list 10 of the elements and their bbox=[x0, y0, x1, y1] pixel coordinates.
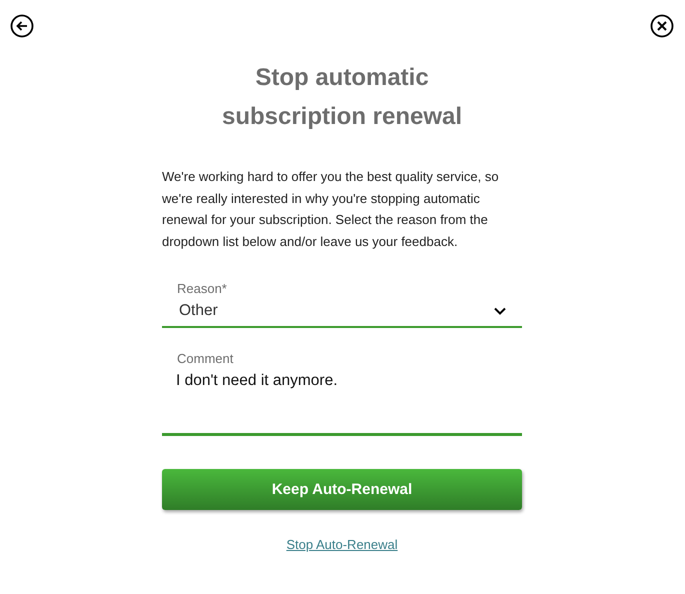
reason-dropdown[interactable]: Other bbox=[162, 298, 522, 328]
keep-auto-renewal-button[interactable]: Keep Auto-Renewal bbox=[162, 469, 522, 510]
intro-text: We're working hard to offer you the best quality service, so we're really interested in why you're stopping automatic renewal for your subscription. Select the reason from the dropdown list below and/or leave us your feedback. bbox=[162, 168, 500, 251]
chevron-icon bbox=[494, 307, 506, 315]
stop-auto-renewal-link[interactable]: Stop Auto-Renewal bbox=[286, 537, 398, 552]
comment-label: Comment bbox=[176, 351, 234, 367]
reason-label: Reason* bbox=[176, 281, 227, 297]
dialog-title: Stop automatic subscription renewal bbox=[220, 63, 464, 132]
back-icon[interactable] bbox=[10, 14, 34, 38]
close-icon[interactable] bbox=[650, 14, 674, 38]
